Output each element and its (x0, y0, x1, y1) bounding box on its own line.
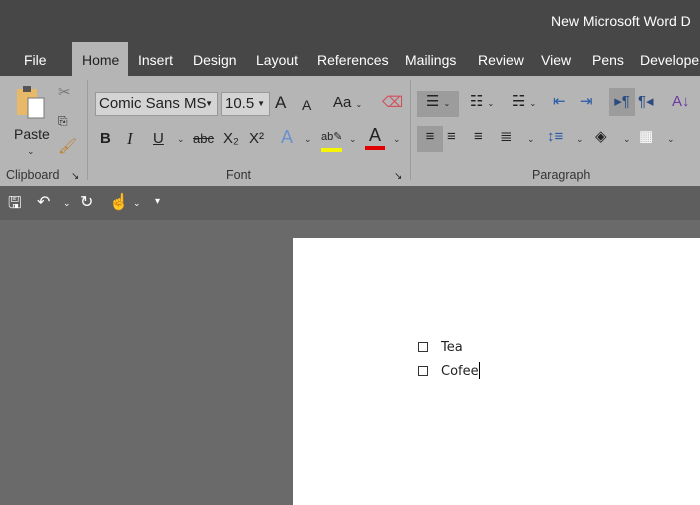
tab-insert[interactable]: Insert (128, 42, 183, 78)
bold-button[interactable]: B (100, 128, 111, 150)
ribbon: Paste ⌄ ✂ ⎘ 🖌 Clipboard ↘ Comic Sans MS ▼… (0, 76, 700, 186)
change-case-label: Aa (333, 94, 352, 111)
justify-icon[interactable]: ≣ (500, 126, 513, 148)
undo-icon[interactable]: ↶ (37, 192, 50, 212)
font-color-icon[interactable]: A (365, 124, 385, 150)
font-name-select[interactable]: Comic Sans MS ▼ (95, 92, 218, 116)
shading-icon[interactable]: ◈ (595, 126, 607, 148)
strikethrough-button[interactable]: abc (193, 128, 214, 150)
tab-home[interactable]: Home (72, 42, 128, 78)
text-cursor (478, 362, 480, 379)
paragraph-group-label: Paragraph (532, 168, 591, 182)
undo-dropdown[interactable]: ⌄ (63, 198, 71, 209)
multilevel-list-button[interactable]: ☵ ⌄ (506, 91, 542, 115)
sort-icon[interactable]: A↓ (672, 91, 690, 113)
tab-design[interactable]: Design (183, 42, 247, 78)
underline-dropdown[interactable]: ⌄ (177, 134, 185, 145)
change-case-button[interactable]: Aa ⌄ (333, 92, 362, 116)
window-title: New Microsoft Word D (551, 13, 691, 29)
ltr-direction-icon[interactable]: ▸¶ (609, 88, 635, 116)
highlight-dropdown[interactable]: ⌄ (349, 134, 357, 145)
bullets-button[interactable]: ☰ ⌄ (417, 91, 459, 117)
shading-dropdown[interactable]: ⌄ (623, 134, 631, 145)
justify-dropdown[interactable]: ⌄ (527, 134, 535, 145)
paste-button[interactable] (14, 84, 48, 122)
highlight-icon[interactable]: ab✎ (321, 126, 343, 152)
title-bar: New Microsoft Word D (0, 0, 700, 42)
align-right-icon[interactable]: ≡ (474, 126, 483, 148)
numbering-button[interactable]: ☷ ⌄ (464, 91, 500, 115)
tab-review[interactable]: Review (468, 42, 534, 78)
font-color-dropdown[interactable]: ⌄ (393, 134, 401, 145)
font-size-value: 10.5 (225, 95, 255, 112)
clear-formatting-icon[interactable]: ⌫ (382, 92, 403, 114)
clipboard-launcher-icon[interactable]: ↘ (71, 166, 79, 188)
line-spacing-dropdown[interactable]: ⌄ (576, 134, 584, 145)
list-item-text: Tea (441, 340, 463, 355)
font-size-select[interactable]: 10.5 ▼ (221, 92, 270, 116)
tab-pens[interactable]: Pens (582, 42, 634, 78)
rtl-direction-icon[interactable]: ¶◂ (638, 91, 654, 113)
grow-font-icon[interactable]: A (275, 92, 286, 114)
tab-references[interactable]: References (307, 42, 399, 78)
tab-view[interactable]: View (531, 42, 581, 78)
ribbon-tabs: File Home Insert Design Layout Reference… (0, 42, 700, 78)
font-name-value: Comic Sans MS (99, 95, 207, 112)
customize-qat-icon[interactable]: ▾ (155, 196, 160, 207)
quick-access-toolbar: 🖫 ↶ ⌄ ↻ ☝ ⌄ ▾ (0, 186, 700, 220)
copy-icon[interactable]: ⎘ (58, 110, 68, 132)
clipboard-group-label: Clipboard (6, 168, 60, 182)
font-group-label: Font (226, 168, 252, 182)
redo-icon[interactable]: ↻ (80, 192, 93, 212)
text-effects-icon[interactable]: A (281, 126, 293, 148)
superscript-button[interactable]: X² (249, 128, 264, 150)
document-page[interactable]: Tea Cofee (293, 238, 700, 505)
tab-file[interactable]: File (14, 42, 57, 78)
borders-icon[interactable]: ▦ (639, 126, 653, 148)
shrink-font-icon[interactable]: A (302, 94, 311, 116)
list-item-text: Cofee (441, 364, 479, 379)
tab-developer[interactable]: Developer (630, 42, 700, 78)
tab-mailings[interactable]: Mailings (395, 42, 466, 78)
italic-button[interactable]: I (127, 128, 133, 150)
cut-icon[interactable]: ✂ (58, 82, 71, 104)
touch-mode-icon[interactable]: ☝ (109, 192, 129, 212)
checkbox-bullet-icon (418, 366, 428, 376)
decrease-indent-icon[interactable]: ⇤ (553, 91, 566, 113)
checkbox-bullet-icon (418, 342, 428, 352)
subscript-button[interactable]: X₂ (223, 128, 239, 150)
font-launcher-icon[interactable]: ↘ (394, 166, 402, 188)
text-effects-dropdown[interactable]: ⌄ (304, 134, 312, 145)
clipboard-icon (17, 86, 45, 119)
underline-button[interactable]: U (153, 128, 164, 150)
tab-layout[interactable]: Layout (246, 42, 308, 78)
paste-dropdown[interactable]: ⌄ (27, 146, 35, 157)
save-icon[interactable]: 🖫 (8, 192, 22, 219)
list-item[interactable]: Cofee (418, 362, 480, 379)
borders-dropdown[interactable]: ⌄ (667, 134, 675, 145)
align-left-icon[interactable]: ≡ (417, 126, 443, 152)
touch-mode-dropdown[interactable]: ⌄ (133, 198, 141, 209)
format-painter-icon[interactable]: 🖌 (58, 136, 77, 158)
align-center-icon[interactable]: ≡ (447, 126, 456, 148)
list-item[interactable]: Tea (418, 340, 463, 355)
line-spacing-icon[interactable]: ↕≡ (547, 126, 563, 148)
increase-indent-icon[interactable]: ⇥ (580, 91, 593, 113)
paste-label[interactable]: Paste (14, 126, 50, 142)
